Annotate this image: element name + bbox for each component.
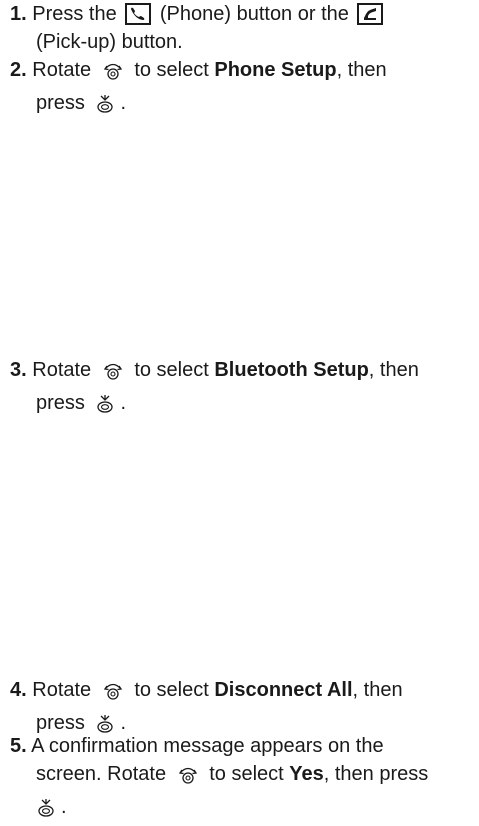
step-4-line-1: 4. Rotate to select Disconnect All, then bbox=[10, 676, 472, 709]
step-text: , then bbox=[368, 359, 419, 381]
phone-button-icon bbox=[125, 3, 152, 25]
phone-label: (Phone) bbox=[159, 3, 232, 25]
menu-item-name: Disconnect All bbox=[214, 679, 353, 701]
step-5-line-3: . bbox=[10, 793, 472, 826]
step-5-line-2: screen. Rotate to select Yes, then press bbox=[10, 760, 472, 793]
step-text: , then bbox=[336, 59, 387, 81]
step-2-line-2: press . bbox=[10, 89, 472, 122]
step-5: 5. A confirmation message appears on the… bbox=[10, 732, 472, 826]
step-text: to select bbox=[134, 59, 209, 81]
step-text: A confirmation message appears on the bbox=[31, 735, 384, 757]
step-text: press bbox=[36, 392, 85, 414]
step-text: to select bbox=[134, 359, 209, 381]
press-knob-icon bbox=[95, 394, 115, 422]
step-number: 5. bbox=[10, 735, 27, 757]
step-text: Rotate bbox=[32, 679, 92, 701]
step-1-line-2: (Pick-up) button. bbox=[36, 31, 183, 53]
step-text: , then press bbox=[323, 763, 429, 785]
step-text: button or the bbox=[236, 3, 349, 25]
step-text: . bbox=[120, 92, 127, 114]
step-1: 1. Press the (Phone) button or the (Pick… bbox=[10, 0, 472, 56]
step-3: 3. Rotate to select Bluetooth Setup, the… bbox=[10, 356, 472, 422]
menu-item-name: Yes bbox=[289, 763, 324, 785]
rotate-knob-icon bbox=[102, 61, 124, 89]
step-3-line-2: press . bbox=[10, 389, 472, 422]
step-text: Rotate bbox=[32, 59, 92, 81]
rotate-knob-icon bbox=[177, 765, 199, 793]
step-2: 2. Rotate to select Phone Setup, then pr… bbox=[10, 56, 472, 122]
step-number: 1. bbox=[10, 3, 27, 25]
step-text: . bbox=[120, 712, 127, 734]
step-text: press bbox=[36, 712, 85, 734]
step-text: Rotate bbox=[32, 359, 92, 381]
step-text: . bbox=[61, 796, 67, 818]
step-number: 3. bbox=[10, 359, 27, 381]
menu-item-name: Phone Setup bbox=[214, 59, 337, 81]
pickup-button-icon bbox=[357, 3, 384, 25]
step-text: screen. Rotate bbox=[36, 763, 167, 785]
step-number: 4. bbox=[10, 679, 27, 701]
step-text: Press the bbox=[32, 3, 117, 25]
step-text: to select bbox=[134, 679, 209, 701]
step-1-line-1: 1. Press the (Phone) button or the bbox=[10, 0, 472, 28]
step-text: . bbox=[120, 392, 127, 414]
menu-item-name: Bluetooth Setup bbox=[214, 359, 369, 381]
step-number: 2. bbox=[10, 59, 27, 81]
press-knob-icon bbox=[36, 798, 56, 826]
step-text: press bbox=[36, 92, 85, 114]
step-3-line-1: 3. Rotate to select Bluetooth Setup, the… bbox=[10, 356, 472, 389]
rotate-knob-icon bbox=[102, 361, 124, 389]
press-knob-icon bbox=[95, 94, 115, 122]
step-text: , then bbox=[352, 679, 403, 701]
step-text: to select bbox=[209, 763, 284, 785]
rotate-knob-icon bbox=[102, 681, 124, 709]
step-5-line-1: 5. A confirmation message appears on the bbox=[10, 732, 472, 760]
step-2-line-1: 2. Rotate to select Phone Setup, then bbox=[10, 56, 472, 89]
